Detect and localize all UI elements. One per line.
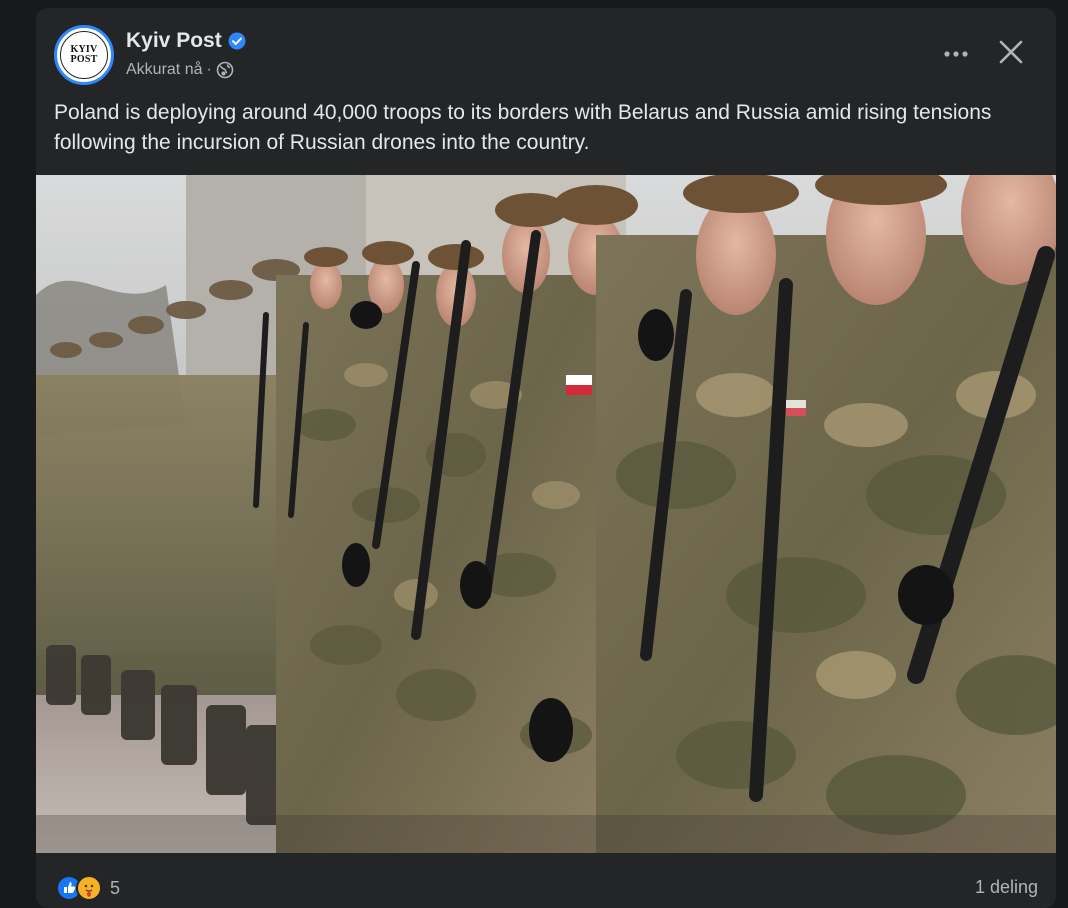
more-options-button[interactable] [936,34,976,74]
close-icon [999,40,1023,69]
post-text: Poland is deploying around 40,000 troops… [54,101,992,154]
page-name-link[interactable]: Kyiv Post [126,29,222,53]
reaction-count: 5 [110,877,121,898]
globe-icon[interactable] [216,61,234,79]
meta-separator: · [206,61,212,78]
post-meta: Akkurat nå · [126,61,234,79]
more-options-icon [943,45,969,63]
page-avatar[interactable]: KYIV POST [54,25,114,85]
post-photo[interactable] [36,175,1056,853]
post-footer: 5 1 deling [36,853,1056,908]
post-timestamp[interactable]: Akkurat nå [126,61,202,79]
logo-line-2: POST [70,54,98,65]
post-card: KYIV POST Kyiv Post Akkurat nå · Poland … [36,8,1056,908]
close-button[interactable] [991,34,1031,74]
page-name-row: Kyiv Post [126,29,246,53]
reaction-summary[interactable]: 5 [56,875,120,901]
post-header: KYIV POST Kyiv Post Akkurat nå · [36,8,1056,98]
care-reaction-icon [76,875,102,901]
soldiers-photo [36,175,1056,853]
kyiv-post-logo: KYIV POST [60,31,108,79]
verified-badge-icon [228,32,246,50]
share-count[interactable]: 1 deling [975,877,1038,898]
